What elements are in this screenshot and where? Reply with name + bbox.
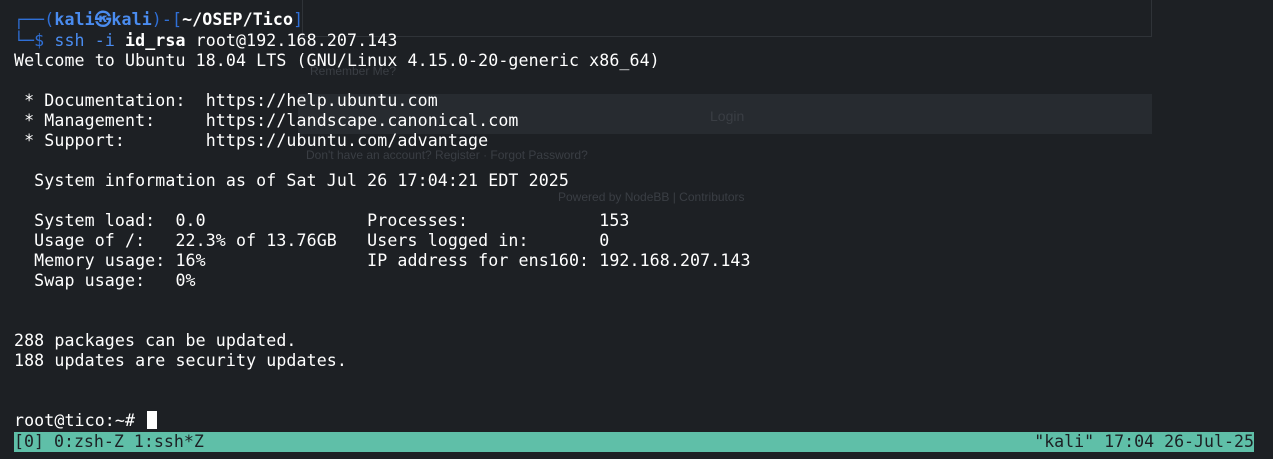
shell-prompt-line[interactable]: root@tico:~#	[14, 411, 158, 431]
terminal-window[interactable]: Remember Me? Login Don't have an account…	[0, 0, 1273, 459]
support-line: * Support: https://ubuntu.com/advantage	[14, 131, 489, 150]
prompt-second: └─$	[14, 31, 55, 50]
shell-prompt: root@tico:~#	[14, 411, 146, 430]
management-line: * Management: https://landscape.canonica…	[14, 111, 519, 130]
ghost-input-box	[302, 0, 1152, 37]
tmux-window-list[interactable]: [0] 0:zsh-Z 1:ssh*Z	[14, 432, 204, 452]
prompt-line-2: └─$ ssh -i id_rsa root@192.168.207.143	[14, 31, 397, 51]
swap-usage-line: Swap usage: 0%	[14, 271, 196, 290]
memory-usage-line: Memory usage: 16% IP address for ens160:…	[14, 251, 751, 270]
prompt-line-1: ┌──(kali㉿kali)-[~/OSEP/Tico]	[14, 10, 303, 30]
prompt-user: kali㉿kali	[54, 10, 152, 29]
text-cursor[interactable]	[147, 411, 158, 429]
sysinfo-line: System information as of Sat Jul 26 17:0…	[14, 171, 569, 190]
tmux-host-clock: "kali" 17:04 26-Jul-25	[1034, 432, 1254, 451]
tmux-status-bar: [0] 0:zsh-Z 1:ssh*Z "kali" 17:04 26-Jul-…	[14, 432, 1254, 452]
ghost-powered-text: Powered by NodeBB | Contributors	[558, 190, 745, 204]
command-key: id_rsa	[125, 31, 186, 50]
command-ssh: ssh -i	[54, 31, 126, 50]
packages-line: 288 packages can be updated.	[14, 331, 297, 350]
prompt-close: ]	[293, 10, 304, 29]
welcome-line: Welcome to Ubuntu 18.04 LTS (GNU/Linux 4…	[14, 51, 660, 70]
system-load-line: System load: 0.0 Processes: 153	[14, 211, 630, 230]
security-updates-line: 188 updates are security updates.	[14, 351, 347, 370]
documentation-line: * Documentation: https://help.ubuntu.com	[14, 91, 438, 110]
prompt-mid: )-[	[151, 10, 183, 29]
command-target: root@192.168.207.143	[185, 31, 398, 50]
ghost-login-label: Login	[710, 108, 745, 124]
disk-usage-line: Usage of /: 22.3% of 13.76GB Users logge…	[14, 231, 610, 250]
prompt-path: ~/OSEP/Tico	[182, 10, 294, 29]
prompt-open: ┌──(	[14, 10, 55, 29]
